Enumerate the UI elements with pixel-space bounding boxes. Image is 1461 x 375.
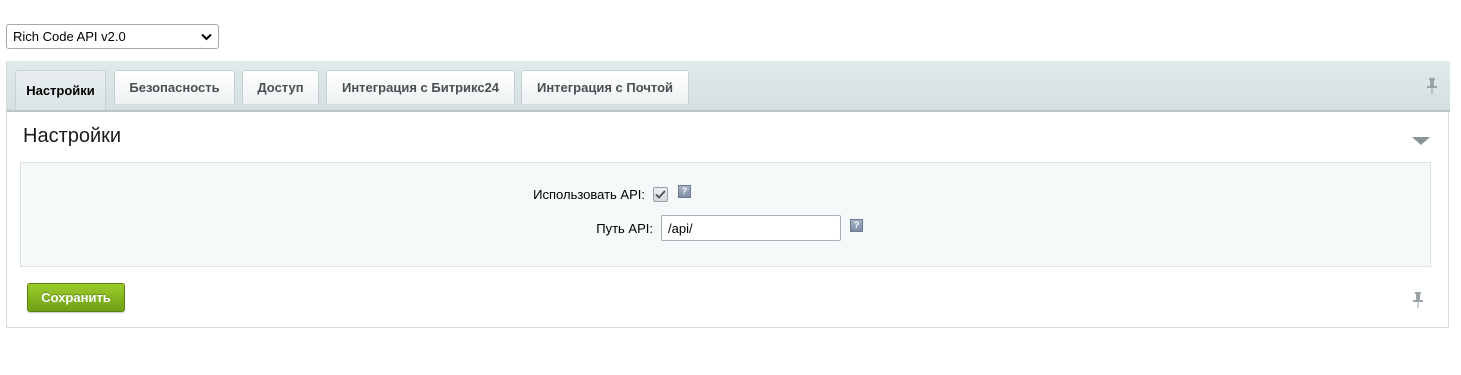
section-title: Настройки: [23, 125, 122, 147]
tab-access-label: Доступ: [257, 80, 304, 95]
module-select-wrapper: Rich Code API v2.0: [6, 24, 219, 49]
tab-settings[interactable]: Настройки: [15, 70, 106, 110]
save-button-label: Сохранить: [41, 290, 111, 305]
use-api-row: Использовать API: ?: [21, 185, 721, 202]
tab-mail-integration[interactable]: Интеграция с Почтой: [521, 70, 689, 104]
triangle-down-icon[interactable]: [1412, 133, 1430, 145]
api-path-input-value: /api/: [668, 220, 693, 236]
module-select[interactable]: Rich Code API v2.0: [6, 24, 219, 49]
chevron-down-icon: [200, 31, 212, 43]
api-path-label: Путь API:: [596, 220, 653, 236]
save-button[interactable]: Сохранить: [27, 283, 125, 312]
tab-security-label: Безопасность: [129, 80, 220, 95]
tab-security[interactable]: Безопасность: [114, 70, 235, 104]
tab-access[interactable]: Доступ: [242, 70, 319, 104]
pin-icon[interactable]: [1412, 291, 1424, 309]
settings-form: Использовать API: ? Путь API: /api/ ?: [20, 162, 1431, 267]
tab-bitrix24-integration[interactable]: Интеграция с Битрикс24: [326, 70, 515, 104]
pin-icon[interactable]: [1426, 77, 1438, 95]
tab-settings-label: Настройки: [26, 83, 95, 98]
checkmark-icon: [655, 190, 666, 199]
help-icon[interactable]: ?: [850, 218, 863, 232]
help-icon[interactable]: ?: [678, 185, 691, 198]
tab-mail-integration-label: Интеграция с Почтой: [536, 80, 674, 95]
tab-bitrix24-integration-label: Интеграция с Битрикс24: [341, 80, 500, 95]
use-api-checkbox[interactable]: [653, 187, 668, 202]
settings-panel: Настройки Безопасность Доступ Интеграция…: [6, 61, 1450, 328]
use-api-label: Использовать API:: [533, 187, 645, 202]
api-path-input[interactable]: /api/: [661, 215, 841, 241]
module-select-value: Rich Code API v2.0: [13, 29, 126, 44]
tab-bar: Настройки Безопасность Доступ Интеграция…: [7, 61, 1450, 112]
api-path-row: Путь API: /api/ ?: [21, 215, 921, 241]
